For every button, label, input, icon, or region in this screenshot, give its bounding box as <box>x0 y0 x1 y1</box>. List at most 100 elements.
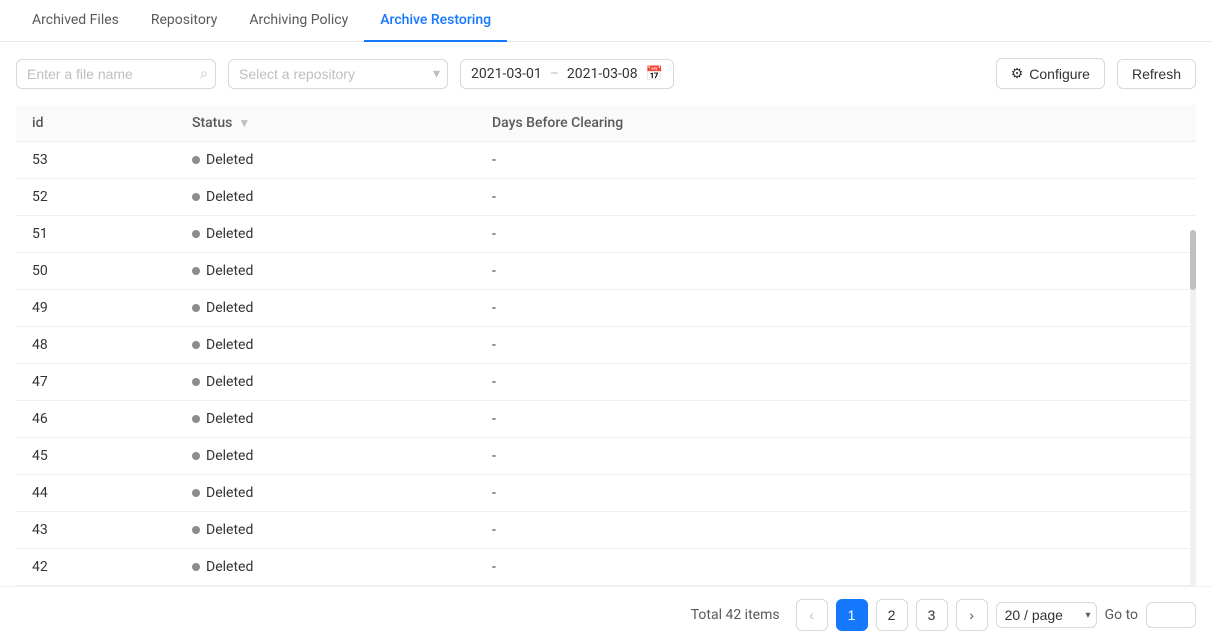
status-text: Deleted <box>206 263 253 279</box>
cell-id: 46 <box>16 401 176 438</box>
table-body: 53Deleted-52Deleted-51Deleted-50Deleted-… <box>16 142 1196 586</box>
table-row: 50 Deleted - <box>16 253 1196 290</box>
status-text: Deleted <box>206 448 253 464</box>
cell-days-before-clearing: - <box>476 512 1196 549</box>
status-text: Deleted <box>206 300 253 316</box>
cell-id: 53 <box>16 142 176 179</box>
status-text: Deleted <box>206 374 253 390</box>
configure-button[interactable]: ⚙ Configure <box>996 58 1105 89</box>
cell-status: Deleted <box>176 512 476 549</box>
status-dot <box>192 452 200 460</box>
cell-id: 45 <box>16 438 176 475</box>
col-id: id <box>16 105 176 142</box>
cell-status: Deleted <box>176 364 476 401</box>
per-page-wrapper: 10 / page 20 / page 50 / page 100 / page… <box>996 602 1097 628</box>
cell-days-before-clearing: - <box>476 549 1196 586</box>
cell-days-before-clearing: - <box>476 438 1196 475</box>
table-row: 48Deleted- <box>16 327 1196 364</box>
total-label: Total 42 items <box>691 607 780 623</box>
cell-id: 44 <box>16 475 176 512</box>
status-dot <box>192 193 200 201</box>
configure-label: Configure <box>1029 66 1090 82</box>
table-row: 51 Deleted - <box>16 216 1196 253</box>
col-days-before-clearing: Days Before Clearing <box>476 105 1196 142</box>
prev-page-button[interactable]: ‹ <box>796 599 828 631</box>
cell-status: Deleted <box>176 290 476 327</box>
cell-id: 51 <box>16 216 176 253</box>
cell-status: Deleted <box>176 253 476 290</box>
per-page-select[interactable]: 10 / page 20 / page 50 / page 100 / page <box>996 602 1097 628</box>
status-dot <box>192 267 200 275</box>
tabs-nav: Archived FilesRepositoryArchiving Policy… <box>0 0 1212 42</box>
table-row: 45 Deleted - <box>16 438 1196 475</box>
status-text: Deleted <box>206 152 253 168</box>
cell-id: 47 <box>16 364 176 401</box>
page-1-button[interactable]: 1 <box>836 599 868 631</box>
status-dot <box>192 415 200 423</box>
status-text: Deleted <box>206 522 253 538</box>
repo-select[interactable]: Select a repository <box>228 59 448 89</box>
next-page-button[interactable]: › <box>956 599 988 631</box>
cell-days-before-clearing: - <box>476 142 1196 179</box>
table-row: 43 Deleted - <box>16 512 1196 549</box>
search-input[interactable] <box>16 59 216 89</box>
table-row: 53 Deleted - <box>16 142 1196 179</box>
cell-days-before-clearing: - <box>476 253 1196 290</box>
date-separator: – <box>550 66 559 82</box>
cell-id: 50 <box>16 253 176 290</box>
goto-input[interactable] <box>1146 602 1196 628</box>
cell-days-before-clearing: - <box>476 216 1196 253</box>
cell-days-before-clearing: - <box>476 179 1196 216</box>
cell-status: Deleted <box>176 549 476 586</box>
cell-days-before-clearing: - <box>476 475 1196 512</box>
date-start: 2021-03-01 <box>471 66 542 82</box>
status-dot <box>192 156 200 164</box>
cell-id: 42 <box>16 549 176 586</box>
page-2-button[interactable]: 2 <box>876 599 908 631</box>
col-status-label: Status <box>192 115 232 131</box>
cell-days-before-clearing: - <box>476 364 1196 401</box>
cell-days-before-clearing: - <box>476 290 1196 327</box>
status-dot <box>192 526 200 534</box>
status-dot <box>192 563 200 571</box>
table-row: 46Deleted- <box>16 401 1196 438</box>
filter-icon[interactable]: ▼ <box>238 116 250 130</box>
refresh-button[interactable]: Refresh <box>1117 59 1196 89</box>
date-range-picker[interactable]: 2021-03-01 – 2021-03-08 📅 <box>460 59 674 89</box>
cell-status: Deleted <box>176 438 476 475</box>
status-text: Deleted <box>206 226 253 242</box>
col-status: Status ▼ <box>176 105 476 142</box>
table-container: id Status ▼ Days Before Clearing 53 Delet… <box>0 105 1212 586</box>
table-row: 44Deleted- <box>16 475 1196 512</box>
cell-status: Deleted <box>176 401 476 438</box>
status-text: Deleted <box>206 189 253 205</box>
table-row: 47 Deleted - <box>16 364 1196 401</box>
tab-repository[interactable]: Repository <box>135 0 233 42</box>
table-header: id Status ▼ Days Before Clearing <box>16 105 1196 142</box>
data-table: id Status ▼ Days Before Clearing 53 Delet… <box>16 105 1196 586</box>
status-dot <box>192 304 200 312</box>
pagination: Total 42 items ‹ 1 2 3 › 10 / page 20 / … <box>0 586 1212 643</box>
goto-label: Go to <box>1105 607 1138 623</box>
tab-archived-files[interactable]: Archived Files <box>16 0 135 42</box>
status-dot <box>192 489 200 497</box>
scrollbar-track[interactable] <box>1190 230 1196 586</box>
cell-status: Deleted <box>176 475 476 512</box>
tab-archive-restoring[interactable]: Archive Restoring <box>364 0 507 42</box>
page-3-button[interactable]: 3 <box>916 599 948 631</box>
table-wrapper: id Status ▼ Days Before Clearing 53 Delet… <box>16 105 1196 586</box>
scrollbar-thumb[interactable] <box>1190 230 1196 290</box>
cell-id: 43 <box>16 512 176 549</box>
cell-id: 48 <box>16 327 176 364</box>
gear-icon: ⚙ <box>1011 65 1024 82</box>
tab-archiving-policy[interactable]: Archiving Policy <box>233 0 364 42</box>
cell-status: Deleted <box>176 179 476 216</box>
table-row: 52Deleted- <box>16 179 1196 216</box>
search-input-wrapper: ⌕ <box>16 59 216 89</box>
status-text: Deleted <box>206 411 253 427</box>
status-text: Deleted <box>206 337 253 353</box>
cell-status: Deleted <box>176 327 476 364</box>
cell-id: 49 <box>16 290 176 327</box>
toolbar: ⌕ Select a repository ▾ 2021-03-01 – 202… <box>0 42 1212 105</box>
repo-select-wrapper: Select a repository ▾ <box>228 59 448 89</box>
